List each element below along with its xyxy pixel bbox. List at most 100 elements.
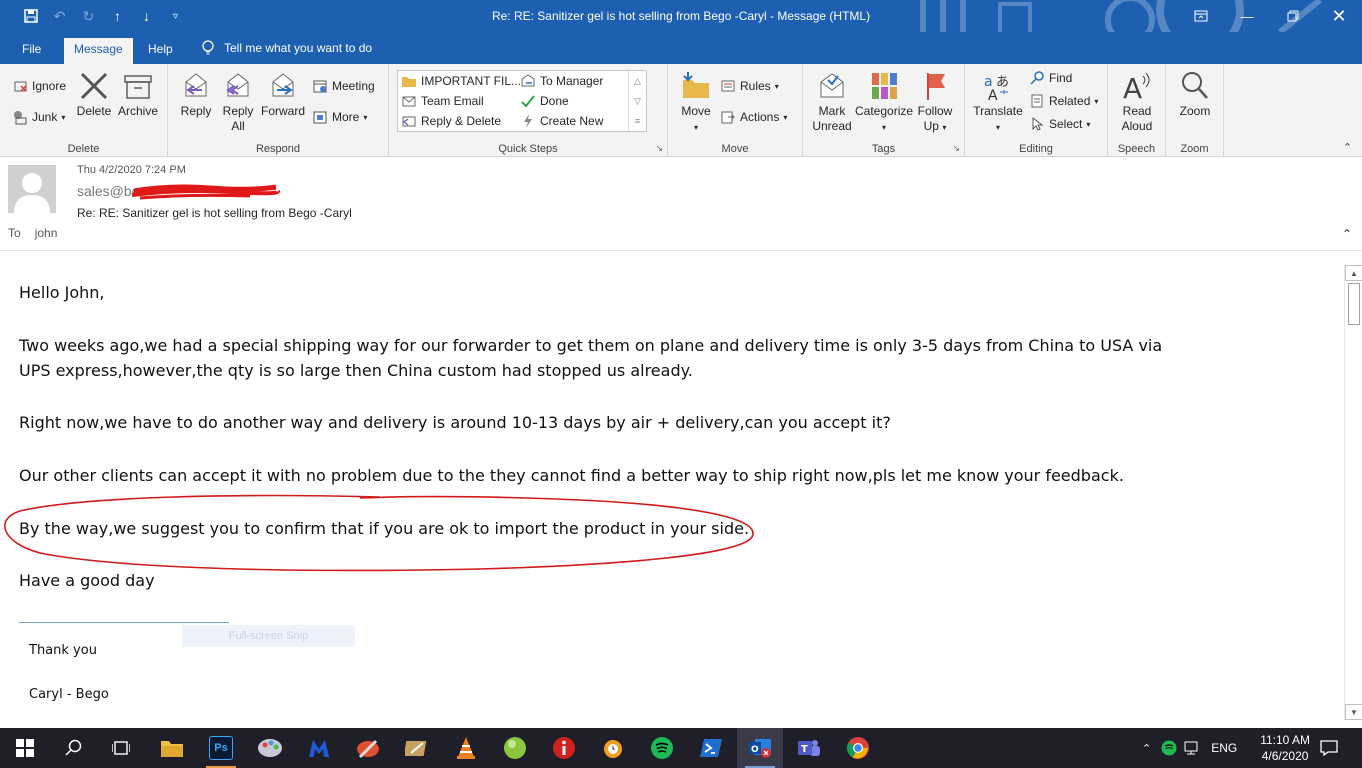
quick-step-to-manager-label: To Manager (540, 74, 604, 88)
outlook-icon: O (749, 739, 771, 758)
notifications-button[interactable] (1306, 728, 1352, 768)
actions-label: Actions (740, 110, 780, 124)
more-button[interactable]: More ▾ (312, 109, 367, 125)
reply-all-label-2: All (231, 119, 245, 133)
body-scrollbar[interactable]: ▲ ▼ (1344, 265, 1362, 720)
quick-steps-gallery: IMPORTANT FIL... To Manager Team Email D… (397, 70, 647, 132)
categorize-button[interactable]: Categorize ▾ (855, 70, 913, 135)
ignore-icon (14, 81, 27, 92)
categorize-dropdown-icon: ▾ (881, 123, 886, 132)
taskbar-spotify[interactable] (639, 728, 685, 768)
show-hidden-icons-icon[interactable]: ⌃ (1142, 742, 1151, 755)
quick-steps-group-label: Quick Steps (498, 143, 558, 155)
palette-icon (258, 739, 282, 757)
network-icon[interactable] (1183, 740, 1201, 756)
collapse-ribbon-icon[interactable]: ⌃ (1343, 141, 1352, 154)
quick-step-done[interactable]: Done (520, 93, 569, 109)
malwarebytes-icon (309, 740, 329, 757)
quick-steps-scroll[interactable]: △ ▽ ≡ (628, 71, 646, 131)
taskbar-app-tools[interactable] (394, 728, 440, 768)
recipient-john[interactable]: john (35, 226, 58, 240)
spotify-tray-icon[interactable] (1161, 740, 1177, 756)
scroll-up-arrow-icon[interactable]: ▲ (1345, 265, 1362, 281)
taskbar-chrome[interactable] (835, 728, 881, 768)
mark-unread-icon (820, 73, 844, 98)
scroll-up-icon[interactable]: △ (629, 71, 646, 91)
reply-all-button[interactable]: Reply All (220, 70, 256, 134)
quick-step-team-email-label: Team Email (421, 94, 484, 108)
taskbar-powershell[interactable] (688, 728, 734, 768)
taskbar-teams[interactable]: T (786, 728, 832, 768)
zoom-button[interactable]: Zoom (1172, 70, 1218, 119)
reply-button[interactable]: Reply (178, 70, 214, 119)
scrollbar-thumb[interactable] (1348, 283, 1360, 325)
follow-up-button[interactable]: Follow Up ▾ (915, 70, 955, 135)
expand-gallery-icon[interactable]: ≡ (629, 111, 646, 131)
scroll-down-icon[interactable]: ▽ (629, 91, 646, 111)
tab-help[interactable]: Help (138, 38, 183, 64)
red-circle-annotation (4, 494, 754, 572)
restore-icon[interactable] (1270, 0, 1316, 32)
taskbar-vlc[interactable] (443, 728, 489, 768)
vlc-icon (457, 737, 475, 759)
tags-group-label: Tags (871, 143, 896, 155)
quick-step-to-manager[interactable]: To Manager (520, 73, 603, 89)
move-button[interactable]: Move ▾ (678, 70, 714, 135)
ignore-button[interactable]: Ignore (12, 78, 66, 94)
clock[interactable]: 11:10 AM 4/6/2020 (1260, 732, 1310, 764)
collapse-header-icon[interactable]: ⌃ (1342, 227, 1352, 241)
quick-step-team-email[interactable]: Team Email (401, 93, 484, 109)
rules-button[interactable]: Rules ▾ (720, 78, 779, 94)
dialog-launcher-icon[interactable]: ↘ (655, 143, 663, 154)
taskbar-file-explorer[interactable] (149, 728, 195, 768)
tell-me-box[interactable]: Tell me what you want to do (202, 40, 372, 56)
signature-divider (19, 622, 229, 623)
svg-text:A: A (1123, 72, 1142, 102)
ribbon-display-options-icon[interactable] (1178, 0, 1224, 32)
quick-step-reply-delete[interactable]: Reply & Delete (401, 113, 501, 129)
taskbar-info-app[interactable] (541, 728, 587, 768)
actions-button[interactable]: Actions ▾ (720, 109, 787, 125)
body-paragraph-clients: Our other clients can accept it with no … (19, 466, 1124, 485)
taskbar-outlook[interactable]: O (737, 728, 783, 768)
archive-button[interactable]: Archive (116, 70, 160, 119)
message-body: Hello John, Two weeks ago,we had a speci… (0, 251, 1340, 728)
translate-button[interactable]: aあA Translate ▾ (971, 70, 1025, 135)
related-label: Related (1049, 94, 1091, 108)
read-aloud-button[interactable]: A Read Aloud (1114, 70, 1160, 134)
read-aloud-icon: A (1123, 72, 1150, 102)
taskbar-alarm-app[interactable] (590, 728, 636, 768)
tags-group: Mark Unread Categorize ▾ Follow Up ▾ Tag… (803, 64, 965, 157)
quick-step-important[interactable]: IMPORTANT FIL... (401, 73, 521, 89)
mark-unread-button[interactable]: Mark Unread (811, 70, 853, 134)
related-button[interactable]: Related ▾ (1029, 93, 1098, 109)
select-button[interactable]: Select ▾ (1029, 116, 1090, 132)
delete-button[interactable]: Delete (76, 70, 112, 119)
quick-step-create-new[interactable]: Create New (520, 113, 603, 129)
close-icon[interactable]: ✕ (1316, 0, 1362, 32)
tags-dialog-launcher-icon[interactable]: ↘ (952, 143, 960, 154)
forward-button[interactable]: Forward (260, 70, 306, 119)
tab-message[interactable]: Message (64, 38, 133, 64)
taskbar-paint-app[interactable] (247, 728, 293, 768)
tab-file[interactable]: File (12, 38, 51, 64)
language-indicator[interactable]: ENG (1211, 741, 1237, 755)
move-label: Move (681, 104, 711, 118)
svg-text:O: O (751, 745, 759, 755)
signature-name: Caryl - Bego (29, 687, 109, 702)
start-button[interactable] (2, 728, 48, 768)
find-button[interactable]: Find (1029, 70, 1072, 86)
taskbar-photoshop[interactable]: Ps (198, 728, 244, 768)
quick-step-create-new-label: Create New (540, 114, 604, 128)
taskbar-malwarebytes[interactable] (296, 728, 342, 768)
quick-step-important-label: IMPORTANT FIL... (421, 74, 522, 88)
minimize-icon[interactable]: — (1224, 0, 1270, 32)
taskbar-green-app[interactable] (492, 728, 538, 768)
junk-button[interactable]: Junk ▾ (12, 109, 65, 125)
task-view-button[interactable] (98, 728, 144, 768)
scroll-down-arrow-icon[interactable]: ▼ (1345, 704, 1362, 720)
search-button[interactable] (50, 728, 96, 768)
taskbar-paint-brush-app[interactable] (345, 728, 391, 768)
folder-icon (161, 741, 183, 757)
meeting-button[interactable]: Meeting (312, 78, 375, 94)
